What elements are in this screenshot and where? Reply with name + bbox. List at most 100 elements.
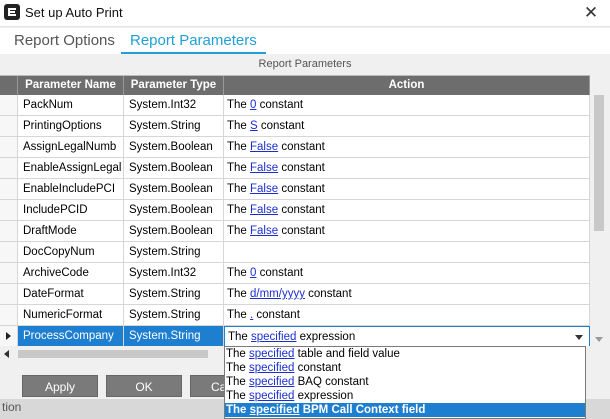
horizontal-scroll-thumb[interactable]: [18, 350, 208, 358]
scroll-down-arrow-icon[interactable]: [595, 337, 603, 342]
action-cell[interactable]: The 0 constant: [224, 263, 590, 284]
ok-button[interactable]: OK: [106, 375, 182, 397]
table-row[interactable]: DateFormat System.String The d/mm/yyyy con…: [0, 284, 590, 305]
action-dropdown-list[interactable]: The specified table and field value The s…: [224, 346, 586, 419]
action-value-link[interactable]: d/mm/yyyy: [250, 288, 305, 300]
parameter-type-cell[interactable]: System.Boolean: [124, 200, 224, 221]
parameter-name-cell[interactable]: EnableIncludePCI: [18, 179, 124, 200]
action-value-link[interactable]: False: [250, 225, 278, 237]
dropdown-arrow-icon[interactable]: [572, 330, 586, 344]
action-cell[interactable]: The . constant: [224, 305, 590, 326]
vertical-scrollbar[interactable]: [590, 75, 610, 346]
parameter-type-cell[interactable]: System.Boolean: [124, 179, 224, 200]
option-prefix: The: [226, 376, 250, 388]
action-value-link[interactable]: S: [250, 120, 258, 132]
action-cell[interactable]: [224, 242, 590, 263]
table-row[interactable]: DraftMode System.Boolean The False constan…: [0, 221, 590, 242]
row-selector[interactable]: [0, 95, 18, 116]
scroll-left-arrow-icon[interactable]: [4, 350, 9, 358]
table-row[interactable]: IncludePCID System.Boolean The False const…: [0, 200, 590, 221]
action-prefix: The: [227, 141, 251, 153]
parameter-name-cell[interactable]: DraftMode: [18, 221, 124, 242]
parameter-type-cell[interactable]: System.String: [124, 326, 224, 346]
action-cell[interactable]: The d/mm/yyyy constant: [224, 284, 590, 305]
parameters-grid: Parameter Name Parameter Type Action Pac…: [0, 75, 590, 346]
action-cell[interactable]: The 0 constant: [224, 95, 590, 116]
row-selector[interactable]: [0, 326, 18, 346]
action-cell[interactable]: The S constant: [224, 116, 590, 137]
parameter-name-cell[interactable]: ProcessCompany: [18, 326, 124, 346]
row-selector[interactable]: [0, 242, 18, 263]
table-row[interactable]: PrintingOptions System.String The S consta…: [0, 116, 590, 137]
option-prefix: The: [226, 390, 250, 402]
scroll-thumb[interactable]: [594, 95, 604, 231]
action-cell[interactable]: The specified expression: [224, 326, 590, 346]
parameter-name-cell[interactable]: EnableAssignLegal: [18, 158, 124, 179]
dropdown-option[interactable]: The specified constant: [225, 361, 585, 375]
table-row[interactable]: NumericFormat System.String The . constant: [0, 305, 590, 326]
parameter-type-cell[interactable]: System.Int32: [124, 263, 224, 284]
row-selector[interactable]: [0, 284, 18, 305]
parameter-type-cell[interactable]: System.Boolean: [124, 221, 224, 242]
dropdown-option[interactable]: The specified table and field value: [225, 347, 585, 361]
option-link[interactable]: specified: [249, 376, 294, 388]
dropdown-option[interactable]: The specified BAQ constant: [225, 375, 585, 389]
parameter-name-cell[interactable]: IncludePCID: [18, 200, 124, 221]
action-cell[interactable]: The False constant: [224, 137, 590, 158]
tab-report-options[interactable]: Report Options: [14, 32, 115, 49]
column-header-parameter-type[interactable]: Parameter Type: [124, 76, 224, 95]
action-cell[interactable]: The False constant: [224, 179, 590, 200]
dropdown-option[interactable]: The specified expression: [225, 389, 585, 403]
parameter-name-cell[interactable]: PrintingOptions: [18, 116, 124, 137]
option-link[interactable]: specified: [249, 362, 294, 374]
close-icon[interactable]: ✕: [580, 2, 602, 24]
table-row[interactable]: EnableAssignLegal System.Boolean The False…: [0, 158, 590, 179]
parameter-type-cell[interactable]: System.Int32: [124, 95, 224, 116]
action-cell[interactable]: The False constant: [224, 158, 590, 179]
parameter-type-cell[interactable]: System.String: [124, 305, 224, 326]
option-suffix: expression: [294, 390, 354, 402]
parameter-type-cell[interactable]: System.String: [124, 242, 224, 263]
parameter-name-cell[interactable]: ArchiveCode: [18, 263, 124, 284]
action-value-link[interactable]: False: [250, 162, 278, 174]
option-link[interactable]: specified: [250, 404, 300, 416]
parameter-type-cell[interactable]: System.Boolean: [124, 137, 224, 158]
table-row[interactable]: PackNum System.Int32 The 0 constant: [0, 95, 590, 116]
table-row[interactable]: AssignLegalNumb System.Boolean The False c…: [0, 137, 590, 158]
parameter-name-cell[interactable]: AssignLegalNumb: [18, 137, 124, 158]
table-row[interactable]: DocCopyNum System.String: [0, 242, 590, 263]
action-value-link[interactable]: specified: [251, 331, 296, 343]
option-link[interactable]: specified: [249, 348, 294, 360]
action-cell[interactable]: The False constant: [224, 221, 590, 242]
row-selector[interactable]: [0, 305, 18, 326]
row-selector[interactable]: [0, 137, 18, 158]
app-logo-icon: [4, 4, 20, 20]
row-selector[interactable]: [0, 221, 18, 242]
tab-report-parameters[interactable]: Report Parameters: [121, 32, 266, 54]
table-row[interactable]: ArchiveCode System.Int32 The 0 constant: [0, 263, 590, 284]
parameter-type-cell[interactable]: System.String: [124, 284, 224, 305]
action-value-link[interactable]: False: [250, 183, 278, 195]
dropdown-option[interactable]: The specified BPM Call Context field: [225, 403, 585, 417]
table-row[interactable]: EnableIncludePCI System.Boolean The False …: [0, 179, 590, 200]
row-selector[interactable]: [0, 200, 18, 221]
apply-button[interactable]: Apply: [22, 375, 98, 397]
action-cell[interactable]: The False constant: [224, 200, 590, 221]
row-selector[interactable]: [0, 179, 18, 200]
parameter-type-cell[interactable]: System.String: [124, 116, 224, 137]
column-header-parameter-name[interactable]: Parameter Name: [18, 76, 124, 95]
horizontal-scrollbar[interactable]: [0, 347, 224, 361]
parameter-type-cell[interactable]: System.Boolean: [124, 158, 224, 179]
parameter-name-cell[interactable]: DateFormat: [18, 284, 124, 305]
row-selector[interactable]: [0, 116, 18, 137]
action-value-link[interactable]: False: [250, 204, 278, 216]
action-value-link[interactable]: False: [250, 141, 278, 153]
option-link[interactable]: specified: [249, 390, 294, 402]
table-row[interactable]: ProcessCompany System.String The specified…: [0, 326, 590, 346]
parameter-name-cell[interactable]: NumericFormat: [18, 305, 124, 326]
row-selector[interactable]: [0, 263, 18, 284]
column-header-action[interactable]: Action: [224, 76, 590, 95]
row-selector[interactable]: [0, 158, 18, 179]
parameter-name-cell[interactable]: PackNum: [18, 95, 124, 116]
parameter-name-cell[interactable]: DocCopyNum: [18, 242, 124, 263]
